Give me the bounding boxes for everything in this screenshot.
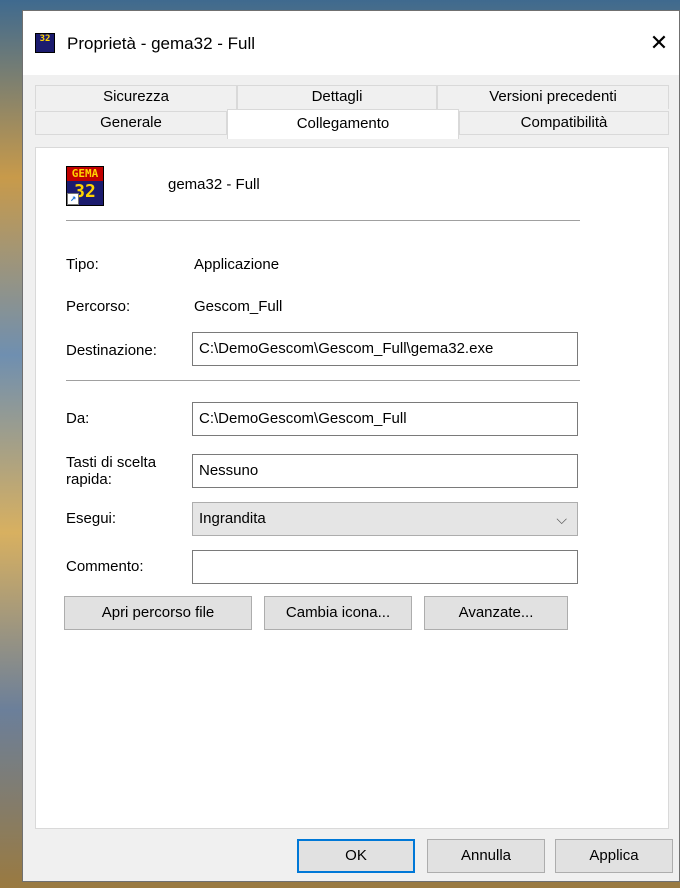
gema32-title-icon: 32 — [35, 33, 55, 53]
title-bar[interactable]: 32 Proprietà - gema32 - Full ✕ — [23, 11, 679, 75]
tab-panel-collegamento: GEMA 32 ↗ gema32 - Full Tipo: Applicazio… — [35, 147, 669, 829]
destinazione-field[interactable]: C:\DemoGescom\Gescom_Full\gema32.exe — [192, 332, 578, 366]
tipo-label: Tipo: — [66, 256, 99, 273]
hotkey-field[interactable]: Nessuno — [192, 454, 578, 488]
applica-button[interactable]: Applica — [555, 839, 673, 873]
avanzate-button[interactable]: Avanzate... — [424, 596, 568, 630]
tasti-label: Tasti di scelta rapida: — [66, 454, 156, 488]
commento-label: Commento: — [66, 558, 144, 575]
esegui-label: Esegui: — [66, 510, 117, 527]
tab-compatibilita[interactable]: Compatibilità — [459, 111, 669, 135]
ok-button[interactable]: OK — [297, 839, 415, 873]
percorso-value: Gescom_Full — [194, 298, 283, 315]
da-label: Da: — [66, 410, 90, 427]
icon-text-gema: GEMA — [67, 167, 103, 181]
commento-field[interactable] — [192, 550, 578, 584]
window-title: Proprietà - gema32 - Full — [67, 34, 256, 53]
separator — [66, 380, 580, 381]
tab-versioni-precedenti[interactable]: Versioni precedenti — [437, 85, 669, 109]
esegui-select[interactable]: Ingrandita ⌵ — [192, 502, 578, 536]
shortcut-name: gema32 - Full — [168, 176, 260, 193]
tab-dettagli[interactable]: Dettagli — [237, 85, 437, 109]
tab-generale[interactable]: Generale — [35, 111, 227, 135]
tasti-label-line1: Tasti di scelta — [66, 454, 157, 471]
gema32-app-icon: GEMA 32 ↗ — [66, 166, 104, 206]
cambia-icona-button[interactable]: Cambia icona... — [264, 596, 412, 630]
close-icon[interactable]: ✕ — [639, 23, 679, 63]
separator — [66, 220, 580, 221]
da-field[interactable]: C:\DemoGescom\Gescom_Full — [192, 402, 578, 436]
tipo-value: Applicazione — [194, 256, 280, 273]
properties-dialog: 32 Proprietà - gema32 - Full ✕ Sicurezza… — [22, 10, 680, 882]
shortcut-arrow-icon: ↗ — [67, 193, 79, 205]
annulla-button[interactable]: Annulla — [427, 839, 545, 873]
tab-collegamento[interactable]: Collegamento — [227, 109, 459, 139]
esegui-selected-value: Ingrandita — [199, 510, 266, 527]
apri-percorso-file-button[interactable]: Apri percorso file — [64, 596, 252, 630]
percorso-label: Percorso: — [66, 298, 131, 315]
tab-sicurezza[interactable]: Sicurezza — [35, 85, 237, 109]
destinazione-label: Destinazione: — [66, 342, 157, 359]
chevron-down-icon: ⌵ — [556, 511, 567, 527]
tasti-label-line2: rapida: — [66, 471, 112, 488]
